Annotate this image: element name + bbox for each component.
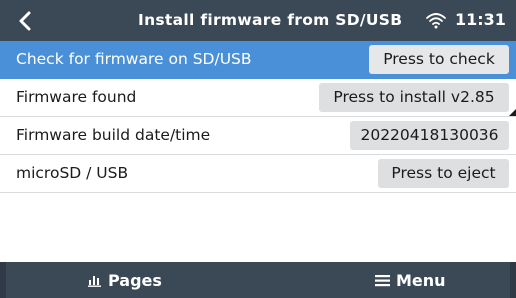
chevron-left-icon[interactable]	[16, 10, 34, 32]
header-bar: Install firmware from SD/USB 11:31	[0, 0, 516, 41]
settings-list: Check for firmware on SD/USB Press to ch…	[0, 41, 516, 193]
wifi-icon	[426, 13, 446, 29]
pages-label: Pages	[108, 270, 162, 290]
pages-button[interactable]: Pages	[88, 262, 162, 298]
footer-edge-left	[0, 262, 6, 298]
menu-label: Menu	[396, 270, 446, 290]
build-date-value: 20220418130036	[350, 121, 509, 150]
list-item-build-date[interactable]: Firmware build date/time 20220418130036	[0, 117, 516, 155]
clock-time: 11:31	[455, 10, 506, 29]
footer-edge-right	[510, 262, 516, 298]
install-firmware-button[interactable]: Press to install v2.85	[319, 83, 509, 112]
eject-button[interactable]: Press to eject	[378, 159, 509, 188]
press-to-check-button[interactable]: Press to check	[369, 45, 509, 74]
footer-bar: Pages Menu	[0, 262, 516, 298]
firmware-install-screen: Install firmware from SD/USB 11:31 Check…	[0, 0, 516, 298]
bar-chart-icon	[88, 276, 101, 287]
list-item-label: microSD / USB	[16, 164, 129, 182]
hamburger-icon	[375, 274, 390, 286]
menu-button[interactable]: Menu	[375, 262, 446, 298]
list-item-check-firmware[interactable]: Check for firmware on SD/USB Press to ch…	[0, 41, 516, 79]
list-item-label: Firmware found	[16, 88, 137, 106]
edit-corner-icon	[509, 109, 516, 116]
list-item-label: Firmware build date/time	[16, 126, 211, 144]
list-item-firmware-found[interactable]: Firmware found Press to install v2.85	[0, 79, 516, 117]
page-title: Install firmware from SD/USB	[138, 11, 403, 29]
list-item-label: Check for firmware on SD/USB	[16, 50, 252, 68]
list-item-microsd-usb[interactable]: microSD / USB Press to eject	[0, 155, 516, 193]
